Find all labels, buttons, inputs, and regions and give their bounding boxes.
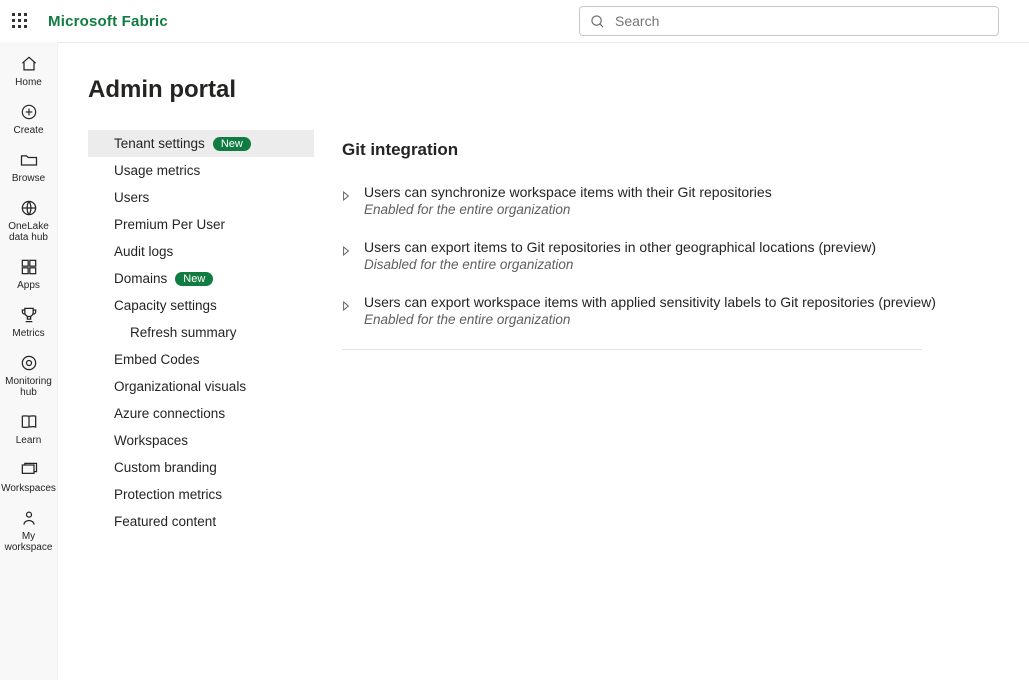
settings-nav-label: Organizational visuals [114,379,246,394]
setting-status: Enabled for the entire organization [364,202,772,217]
settings-nav-item[interactable]: Users [88,184,314,211]
settings-nav-item[interactable]: Capacity settings [88,292,314,319]
app-launcher-icon[interactable] [12,13,28,29]
brand-title: Microsoft Fabric [48,13,168,30]
plus-circle-icon [18,101,40,123]
rail-item-trophy[interactable]: Metrics [0,299,58,347]
search-box[interactable] [579,6,999,36]
settings-nav-label: Featured content [114,514,216,529]
expand-caret-icon[interactable] [342,298,352,314]
rail-item-label: Monitoring hub [0,376,58,398]
settings-nav-item[interactable]: Azure connections [88,400,314,427]
rail-item-label: My workspace [0,531,58,553]
home-icon [18,53,40,75]
settings-nav-label: Protection metrics [114,487,222,502]
main-region: Admin portal Tenant settings New Usage met… [58,42,1029,680]
settings-nav-item[interactable]: Workspaces [88,427,314,454]
expand-caret-icon[interactable] [342,243,352,259]
settings-nav-item[interactable]: Domains New [88,265,314,292]
settings-nav-item[interactable]: Organizational visuals [88,373,314,400]
left-rail: Home Create Browse OneLake data hub Apps Metr… [0,42,58,680]
rail-item-label: Apps [15,280,42,291]
rail-item-person[interactable]: My workspace [0,502,58,561]
section-title: Git integration [342,140,1029,160]
settings-nav-label: Audit logs [114,244,173,259]
settings-nav-label: Custom branding [114,460,217,475]
settings-nav-item[interactable]: Custom branding [88,454,314,481]
rail-item-label: Workspaces [0,483,58,494]
search-input[interactable] [613,12,988,30]
onelake-icon [18,197,40,219]
page-title: Admin portal [88,76,1029,104]
settings-nav-label: Users [114,190,149,205]
settings-nav-item[interactable]: Premium Per User [88,211,314,238]
rail-item-folder[interactable]: Browse [0,144,58,192]
setting-title: Users can export items to Git repositori… [364,239,876,255]
setting-row[interactable]: Users can export workspace items with ap… [342,294,1029,327]
rail-item-workspaces[interactable]: Workspaces [0,454,58,502]
person-icon [18,507,40,529]
settings-nav-item[interactable]: Featured content [88,508,314,535]
apps-icon [18,256,40,278]
settings-nav-item[interactable]: Refresh summary [88,319,314,346]
rail-item-label: Learn [14,435,44,446]
rail-item-plus-circle[interactable]: Create [0,96,58,144]
settings-nav-item[interactable]: Audit logs [88,238,314,265]
setting-status: Disabled for the entire organization [364,257,876,272]
rail-item-monitor[interactable]: Monitoring hub [0,347,58,406]
rail-item-label: Metrics [10,328,46,339]
section-divider [342,349,922,350]
settings-nav-label: Premium Per User [114,217,225,232]
settings-nav: Tenant settings New Usage metrics Users Prem… [88,130,314,535]
settings-nav-item[interactable]: Usage metrics [88,157,314,184]
rail-item-home[interactable]: Home [0,48,58,96]
setting-status: Enabled for the entire organization [364,312,936,327]
settings-nav-item[interactable]: Tenant settings New [88,130,314,157]
settings-nav-label: Capacity settings [114,298,217,313]
search-icon [590,14,605,29]
header: Microsoft Fabric [0,0,1029,42]
settings-nav-label: Refresh summary [130,325,237,340]
settings-nav-label: Tenant settings [114,136,205,151]
trophy-icon [18,304,40,326]
folder-icon [18,149,40,171]
settings-nav-label: Azure connections [114,406,225,421]
settings-nav-item[interactable]: Embed Codes [88,346,314,373]
rail-item-apps[interactable]: Apps [0,251,58,299]
rail-item-label: OneLake data hub [0,221,58,243]
setting-row[interactable]: Users can export items to Git repositori… [342,239,1029,272]
settings-nav-label: Usage metrics [114,163,200,178]
expand-caret-icon[interactable] [342,188,352,204]
workspaces-icon [18,459,40,481]
new-badge: New [175,272,213,286]
setting-title: Users can export workspace items with ap… [364,294,936,310]
content-pane: Git integration Users can synchronize wo… [314,130,1029,535]
settings-nav-label: Domains [114,271,167,286]
settings-nav-label: Embed Codes [114,352,200,367]
setting-title: Users can synchronize workspace items wi… [364,184,772,200]
rail-item-onelake[interactable]: OneLake data hub [0,192,58,251]
settings-nav-label: Workspaces [114,433,188,448]
new-badge: New [213,137,251,151]
rail-item-label: Home [13,77,44,88]
setting-row[interactable]: Users can synchronize workspace items wi… [342,184,1029,217]
book-icon [18,411,40,433]
rail-item-label: Browse [10,173,47,184]
rail-item-book[interactable]: Learn [0,406,58,454]
rail-item-label: Create [11,125,45,136]
settings-nav-item[interactable]: Protection metrics [88,481,314,508]
monitor-icon [18,352,40,374]
